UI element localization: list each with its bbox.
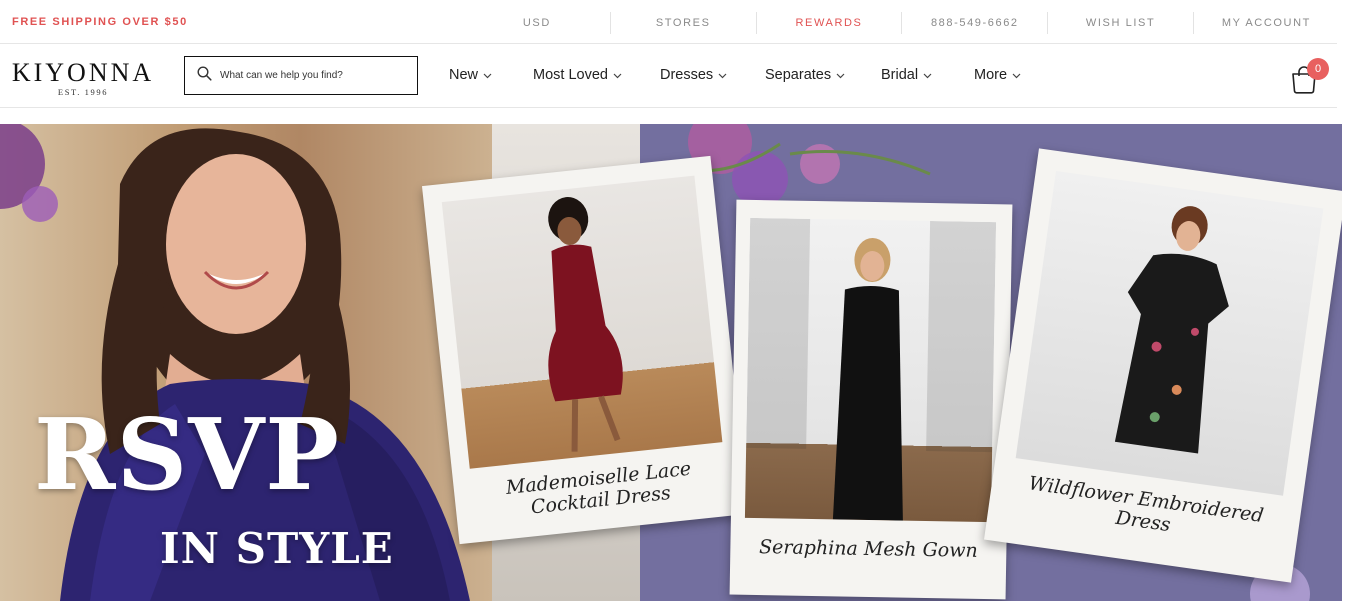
utility-links: USD STORES REWARDS 888-549-6662 WISH LIS…: [464, 12, 1339, 34]
logo-established: EST. 1996: [57, 87, 109, 97]
caption-line1: Seraphina Mesh Gown: [758, 536, 978, 562]
chevron-down-icon: [718, 73, 727, 78]
product-card-wildflower[interactable]: Wildflower Embroidered Dress: [984, 148, 1342, 583]
cart-button[interactable]: 0: [1290, 58, 1330, 94]
product-card-mademoiselle[interactable]: Mademoiselle Lace Cocktail Dress: [421, 155, 749, 545]
product-card-seraphina[interactable]: Seraphina Mesh Gown: [729, 199, 1013, 600]
nav-label: New: [449, 67, 479, 83]
chevron-down-icon: [923, 73, 932, 78]
hero-banner[interactable]: RSVP IN STYLE Mademoiselle Lace Cocktail…: [0, 124, 1342, 601]
currency-link[interactable]: USD: [464, 12, 610, 34]
phone-link[interactable]: 888-549-6662: [901, 12, 1047, 34]
chevron-down-icon: [1012, 73, 1021, 78]
nav-separates[interactable]: Separates: [765, 67, 845, 83]
hero-subheadline: IN STYLE: [160, 524, 394, 573]
hero-headline: RSVP: [34, 398, 340, 513]
product-caption: Seraphina Mesh Gown: [730, 536, 1006, 563]
wish-list-link[interactable]: WISH LIST: [1047, 12, 1193, 34]
nav-label: Most Loved: [533, 67, 608, 83]
nav-label: Dresses: [660, 67, 714, 83]
product-photo: [744, 217, 997, 523]
stores-link[interactable]: STORES: [609, 12, 756, 34]
chevron-down-icon: [613, 73, 622, 78]
logo-wordmark: KIYONNA: [11, 58, 155, 87]
product-photo: [1015, 170, 1324, 496]
search-input[interactable]: [220, 70, 410, 81]
promo-text: FREE SHIPPING OVER $50: [12, 16, 188, 28]
my-account-link[interactable]: MY ACCOUNT: [1192, 12, 1339, 34]
nav-more[interactable]: More: [974, 67, 1021, 83]
nav-dresses[interactable]: Dresses: [660, 67, 727, 83]
nav-most-loved[interactable]: Most Loved: [533, 67, 622, 83]
search-icon: [197, 65, 212, 86]
product-photo: [441, 175, 723, 469]
main-header: KIYONNA EST. 1996 New Most Loved Dresses…: [0, 44, 1337, 108]
nav-new[interactable]: New: [449, 67, 492, 83]
nav-bridal[interactable]: Bridal: [881, 67, 932, 83]
search-box[interactable]: [184, 56, 418, 95]
utility-bar: FREE SHIPPING OVER $50 USD STORES REWARD…: [0, 0, 1337, 44]
chevron-down-icon: [836, 73, 845, 78]
rewards-link[interactable]: REWARDS: [755, 12, 902, 34]
nav-label: Bridal: [881, 67, 919, 83]
nav-label: More: [974, 67, 1008, 83]
chevron-down-icon: [483, 73, 492, 78]
nav-label: Separates: [765, 67, 832, 83]
site-logo[interactable]: KIYONNA EST. 1996: [8, 58, 158, 98]
cart-count-badge: 0: [1307, 58, 1329, 80]
